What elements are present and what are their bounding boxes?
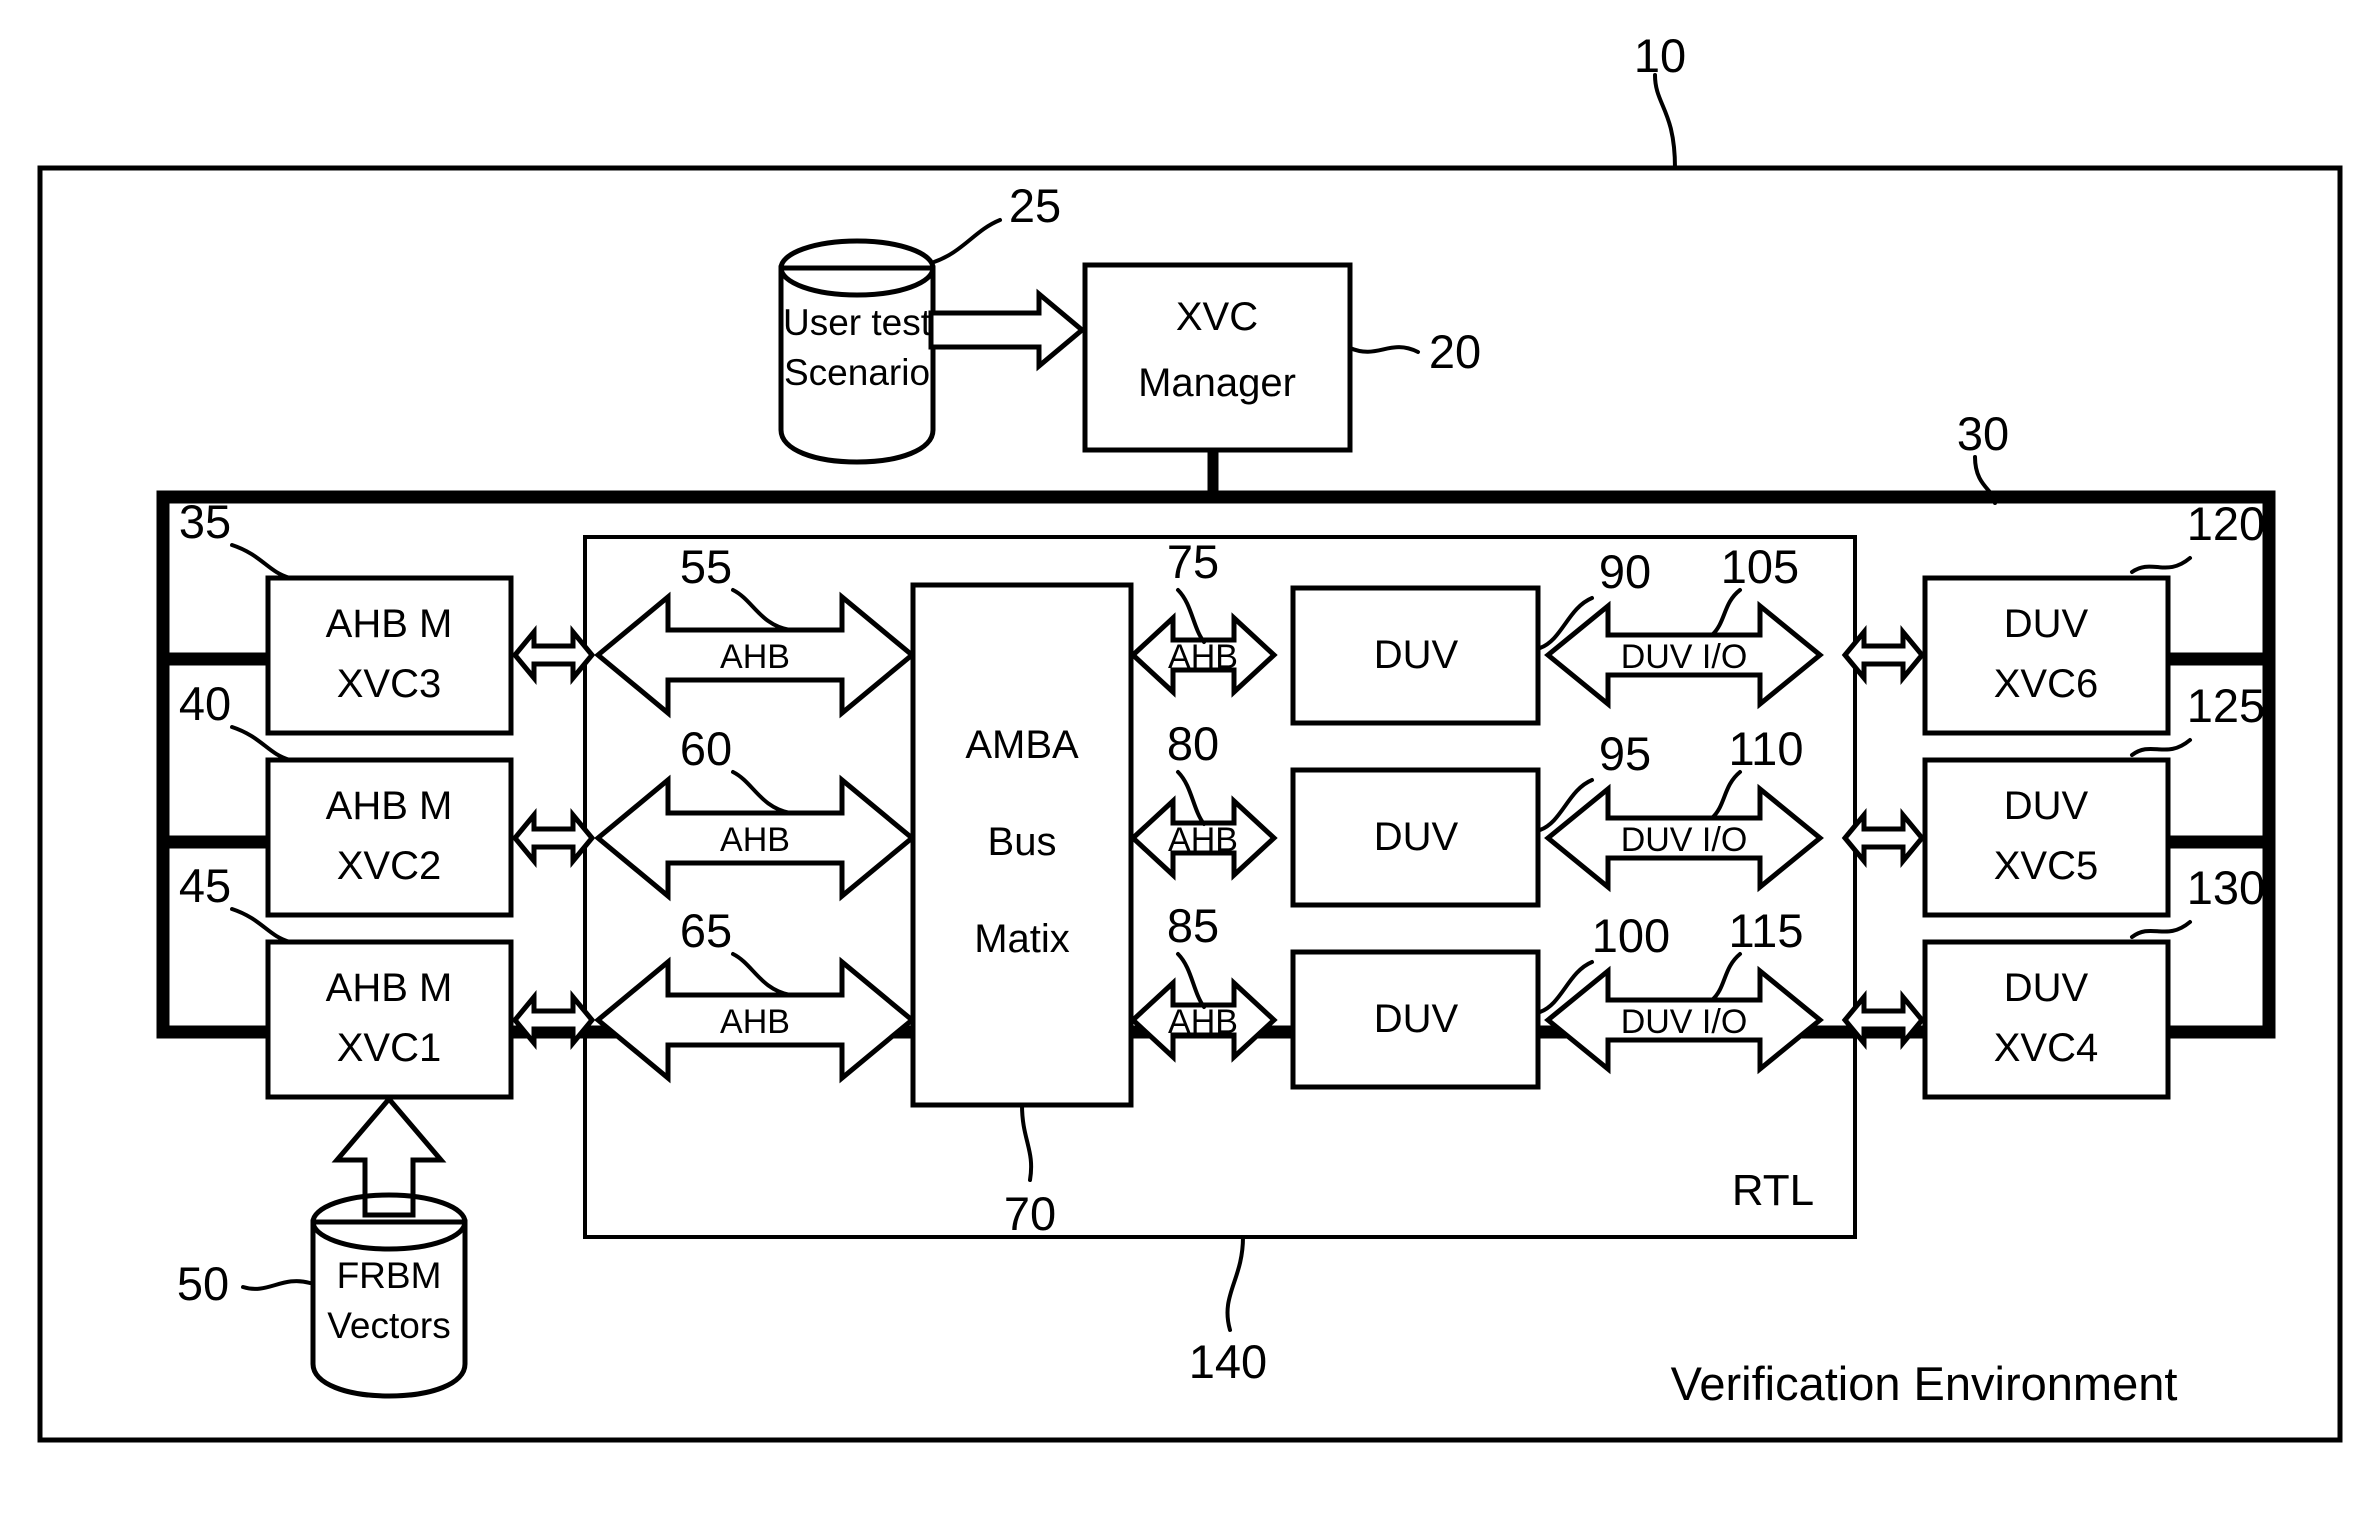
ref-label-120: 120: [2187, 497, 2265, 550]
ref-label-140: 140: [1189, 1335, 1267, 1388]
ref-label-125: 125: [2187, 679, 2265, 732]
leader-85: [1176, 952, 1206, 1009]
duv-xvc6-line1: DUV: [2004, 602, 2089, 646]
leader-60: [731, 770, 792, 815]
duv-box-1-label: DUV: [1374, 633, 1459, 677]
duv-io-arrow-1-label: DUV I/O: [1621, 638, 1748, 676]
xvc3-bus-connector-arrow: [511, 625, 596, 685]
ahb-master-xvc1-line1: AHB M: [326, 966, 453, 1010]
leader-20: [1348, 345, 1420, 354]
patent-figure-canvas: 10 User test Scenario 25 XVC Manager 20 …: [0, 0, 2379, 1527]
ref-label-85: 85: [1167, 899, 1219, 952]
leader-35: [230, 543, 292, 580]
xvc-manager-label-line2: Manager: [1138, 361, 1296, 405]
duv-io-arrow-3-label: DUV I/O: [1621, 1003, 1748, 1041]
amba-bus-matrix-line1: AMBA: [965, 723, 1079, 767]
leader-125: [2130, 738, 2192, 757]
leader-75: [1176, 588, 1206, 644]
leader-25: [932, 218, 1002, 264]
ahb-slave-arrow-2-label: AHB: [1168, 821, 1238, 859]
ref-label-110: 110: [1729, 722, 1804, 775]
ref-label-20: 20: [1429, 325, 1481, 378]
ahb-bus-arrow-1-label: AHB: [720, 638, 790, 676]
leader-65: [731, 952, 792, 997]
frbm-label-line1: FRBM: [337, 1255, 442, 1296]
amba-bus-matrix-line3: Matix: [974, 917, 1070, 961]
ahb-master-xvc3-line1: AHB M: [326, 602, 453, 646]
xvc-manager-label-line1: XVC: [1176, 295, 1258, 339]
leader-140: [1225, 1235, 1245, 1332]
xvc2-bus-connector-arrow: [511, 808, 596, 868]
leader-70: [1020, 1103, 1034, 1182]
amba-bus-matrix-line2: Bus: [988, 820, 1057, 864]
duv-xvc6-line2: XVC6: [1994, 662, 2099, 706]
frbm-label-line2: Vectors: [327, 1305, 450, 1346]
ref-label-65: 65: [680, 904, 732, 957]
ref-label-35: 35: [179, 495, 231, 548]
leader-130: [2130, 920, 2192, 939]
ref-label-80: 80: [1167, 717, 1219, 770]
duv-xvc4-line2: XVC4: [1994, 1026, 2099, 1070]
ref-label-40: 40: [179, 677, 231, 730]
leader-105: [1710, 588, 1742, 637]
scenario-label-line1: User test: [783, 302, 932, 343]
ref-label-105: 105: [1721, 540, 1799, 593]
scenario-label-line2: Scenario: [784, 352, 930, 393]
ref-label-60: 60: [680, 722, 732, 775]
ref-label-10: 10: [1634, 29, 1686, 82]
ahb-master-xvc2-line2: XVC2: [337, 844, 442, 888]
ahb-bus-arrow-3-label: AHB: [720, 1003, 790, 1041]
leader-10: [1653, 73, 1677, 170]
duv-xvc4-line1: DUV: [2004, 966, 2089, 1010]
duv-io-arrow-2-label: DUV I/O: [1621, 821, 1748, 859]
ref-label-25: 25: [1009, 179, 1061, 232]
ref-label-130: 130: [2187, 861, 2265, 914]
duv-xvc6-connector-arrow: [1841, 625, 1926, 685]
ahb-master-xvc3-line2: XVC3: [337, 662, 442, 706]
rtl-label: RTL: [1732, 1166, 1814, 1215]
ref-label-55: 55: [680, 540, 732, 593]
ref-label-90: 90: [1599, 545, 1651, 598]
scenario-to-manager-arrow: [928, 288, 1086, 372]
verification-environment-diagram: 10 User test Scenario 25 XVC Manager 20 …: [37, 29, 2343, 1443]
leader-80: [1176, 770, 1206, 826]
xvc-manager-box: [1082, 262, 1353, 453]
leader-110: [1710, 770, 1742, 820]
ahb-master-xvc2-line1: AHB M: [326, 784, 453, 828]
duv-box-3-label: DUV: [1374, 997, 1459, 1041]
leader-115: [1710, 952, 1742, 1002]
verification-environment-label: Verification Environment: [1671, 1357, 2178, 1410]
ref-label-75: 75: [1167, 535, 1219, 588]
ref-label-50: 50: [177, 1257, 229, 1310]
leader-120: [2130, 556, 2192, 574]
duv-xvc5-line1: DUV: [2004, 784, 2089, 828]
ahb-bus-arrow-2-label: AHB: [720, 821, 790, 859]
ref-label-115: 115: [1729, 904, 1804, 957]
leader-50: [241, 1279, 312, 1291]
ref-label-70: 70: [1004, 1187, 1056, 1240]
duv-box-2-label: DUV: [1374, 815, 1459, 859]
duv-xvc5-connector-arrow: [1841, 808, 1926, 868]
ahb-master-xvc1-line2: XVC1: [337, 1026, 442, 1070]
ref-label-30: 30: [1957, 407, 2009, 460]
ref-label-45: 45: [179, 859, 231, 912]
duv-xvc5-line2: XVC5: [1994, 844, 2099, 888]
ref-label-95: 95: [1599, 727, 1651, 780]
leader-55: [731, 588, 792, 632]
ref-label-100: 100: [1592, 909, 1670, 962]
